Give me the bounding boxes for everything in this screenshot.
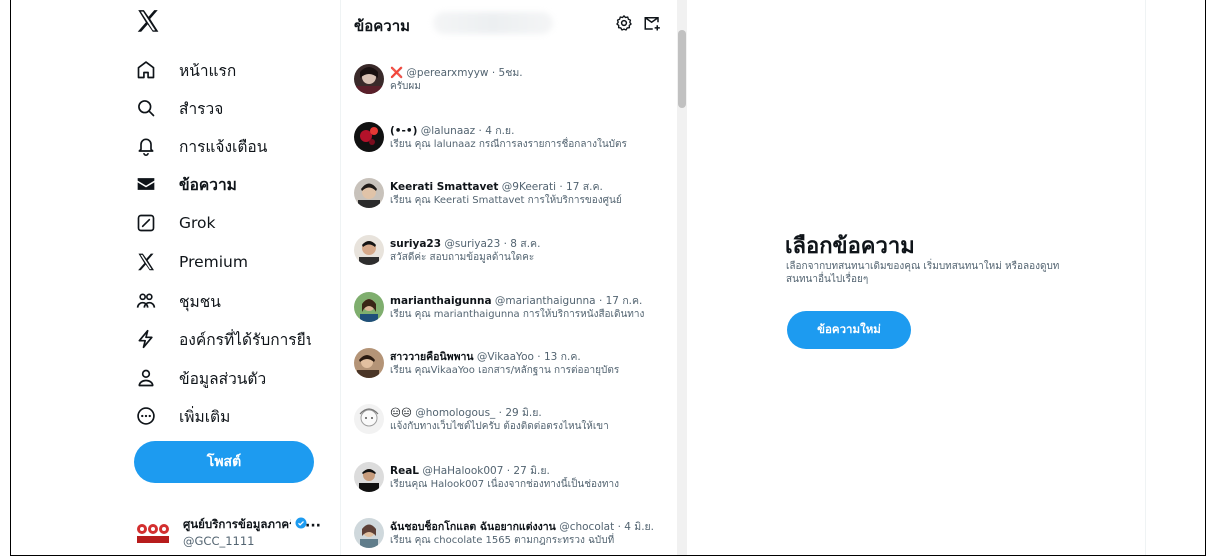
nav-label: การแจ้งเตือน <box>179 137 268 156</box>
grok-icon <box>135 212 157 234</box>
nav-item-explore[interactable]: สำรวจ <box>135 90 223 126</box>
conversation-preview: แจ้งกับทางเว็บไซต์ไปครับ ต้องติดต่อตรงไห… <box>390 421 609 432</box>
x-logo-icon[interactable] <box>135 8 161 34</box>
conversation-preview: ครับผม <box>390 81 421 92</box>
empty-state-title: เลือกข้อความ <box>785 234 915 259</box>
avatar <box>137 524 169 543</box>
empty-state-description: เลือกจากบทสนทนาเดิมของคุณ เริ่มบทสนทนาให… <box>786 261 1060 285</box>
avatar <box>354 404 384 434</box>
conversation-preview: เรียน คุณVikaaYoo เอกสาร/หลักฐาน การต่ออ… <box>390 365 620 376</box>
nav-item-grok[interactable]: Grok <box>135 205 216 241</box>
conversation-item[interactable]: สาววายคือนิพพาน @VikaaYoo · 13 ก.ค. เรีย… <box>354 348 672 406</box>
avatar <box>354 518 384 548</box>
more-icon[interactable]: ··· <box>305 518 321 534</box>
conversation-item[interactable]: (•-•) @lalunaaz · 4 ก.ย. เรียน คุณ lalun… <box>354 122 672 180</box>
new-message-icon[interactable] <box>643 14 661 32</box>
conversation-item[interactable]: suriya23 @suriya23 · 8 ส.ค. สวัสดีค่ะ สอ… <box>354 235 672 293</box>
new-message-button[interactable]: ข้อความใหม่ <box>787 311 911 349</box>
nav-label: ชุมชน <box>179 292 221 311</box>
envelope-icon <box>135 173 157 195</box>
nav-label: Premium <box>179 253 248 271</box>
avatar <box>354 348 384 378</box>
account-handle: @GCC_1111 <box>183 534 255 548</box>
nav-item-messages[interactable]: ข้อความ <box>135 166 237 202</box>
nav-label: Grok <box>179 214 216 232</box>
lightning-icon <box>135 328 157 350</box>
sidebar: หน้าแรก สำรวจ การแจ้งเตือน ข้อความ Grok <box>11 0 340 555</box>
avatar <box>354 178 384 208</box>
conversation-item[interactable]: marianthaigunna @marianthaigunna · 17 ก.… <box>354 292 672 350</box>
nav-label: สำรวจ <box>179 99 224 118</box>
conversation-item[interactable]: 😑😑 @homologous_ · 29 มิ.ย. แจ้งกับทางเว็… <box>354 404 672 462</box>
nav-label: องค์กรที่ได้รับการยืนยัน <box>179 330 311 349</box>
nav-item-profile[interactable]: ข้อมูลส่วนตัว <box>135 360 266 396</box>
conversation-preview: เรียน คุณ chocolate 1565 ตามกฎกระทรวง ฉบ… <box>390 535 615 546</box>
account-name: ศูนย์บริการข้อมูลภาครัฐ <box>183 517 291 531</box>
page-title: ข้อความ <box>354 17 411 35</box>
post-button[interactable]: โพสต์ <box>134 441 314 483</box>
nav-item-home[interactable]: หน้าแรก <box>135 52 236 88</box>
nav-item-communities[interactable]: ชุมชน <box>135 283 221 319</box>
conversation-preview: เรียน คุณ lalunaaz กรณีการลงรายการชื่อกล… <box>390 139 627 150</box>
messages-list: ข้อความ ❌ @perearxmyyw · 5ชม. ครับผม (•-… <box>340 0 687 555</box>
nav-item-more[interactable]: เพิ่มเติม <box>135 398 230 434</box>
account-switcher[interactable]: ศูนย์บริการข้อมูลภาครัฐ @GCC_1111 ··· <box>135 512 335 552</box>
community-icon <box>135 290 157 312</box>
conversation-preview: เรียน คุณ Keerati Smattavet การให้บริการ… <box>390 195 622 206</box>
x-logo-icon <box>135 251 157 273</box>
app-frame: หน้าแรก สำรวจ การแจ้งเตือน ข้อความ Grok <box>10 0 1206 556</box>
conversation-item[interactable]: ReaL @HaHalook007 · 27 มิ.ย. เรียนคุณ Ha… <box>354 462 672 520</box>
avatar <box>354 64 384 94</box>
nav-label: ข้อความ <box>179 175 237 194</box>
conversation-item[interactable]: Keerati Smattavet @9Keerati · 17 ส.ค. เร… <box>354 178 672 236</box>
conversation-preview: เรียน คุณ marianthaigunna การให้บริการหน… <box>390 309 645 320</box>
nav-label: ข้อมูลส่วนตัว <box>179 369 267 388</box>
conversation-item[interactable]: ฉันชอบช็อกโกแลต ฉันอยากแต่งงาน @chocolat… <box>354 518 672 555</box>
blurred-area <box>433 12 553 34</box>
bell-icon <box>135 135 157 157</box>
scrollbar-thumb[interactable] <box>678 30 686 108</box>
nav-label: หน้าแรก <box>179 61 237 80</box>
nav-item-premium[interactable]: Premium <box>135 244 248 280</box>
avatar <box>354 235 384 265</box>
avatar <box>354 292 384 322</box>
search-icon <box>135 97 157 119</box>
home-icon <box>135 59 157 81</box>
conversation-preview: เรียนคุณ Halook007 เนื่องจากช่องทางนี้เป… <box>390 479 619 490</box>
avatar <box>354 462 384 492</box>
nav-item-notifications[interactable]: การแจ้งเตือน <box>135 128 267 164</box>
gear-icon[interactable] <box>615 14 633 32</box>
nav-label: เพิ่มเติม <box>179 407 231 426</box>
profile-icon <box>135 367 157 389</box>
more-circle-icon <box>135 405 157 427</box>
avatar <box>354 122 384 152</box>
nav-item-verified-orgs[interactable]: องค์กรที่ได้รับการยืนยัน <box>135 321 311 357</box>
messages-header: ข้อความ <box>341 0 685 46</box>
conversation-item[interactable]: ❌ @perearxmyyw · 5ชม. ครับผม <box>354 64 672 122</box>
message-detail-pane: เลือกข้อความ เลือกจากบทสนทนาเดิมของคุณ เ… <box>686 0 1146 555</box>
conversation-preview: สวัสดีค่ะ สอบถามข้อมูลด้านใดคะ <box>390 252 535 263</box>
